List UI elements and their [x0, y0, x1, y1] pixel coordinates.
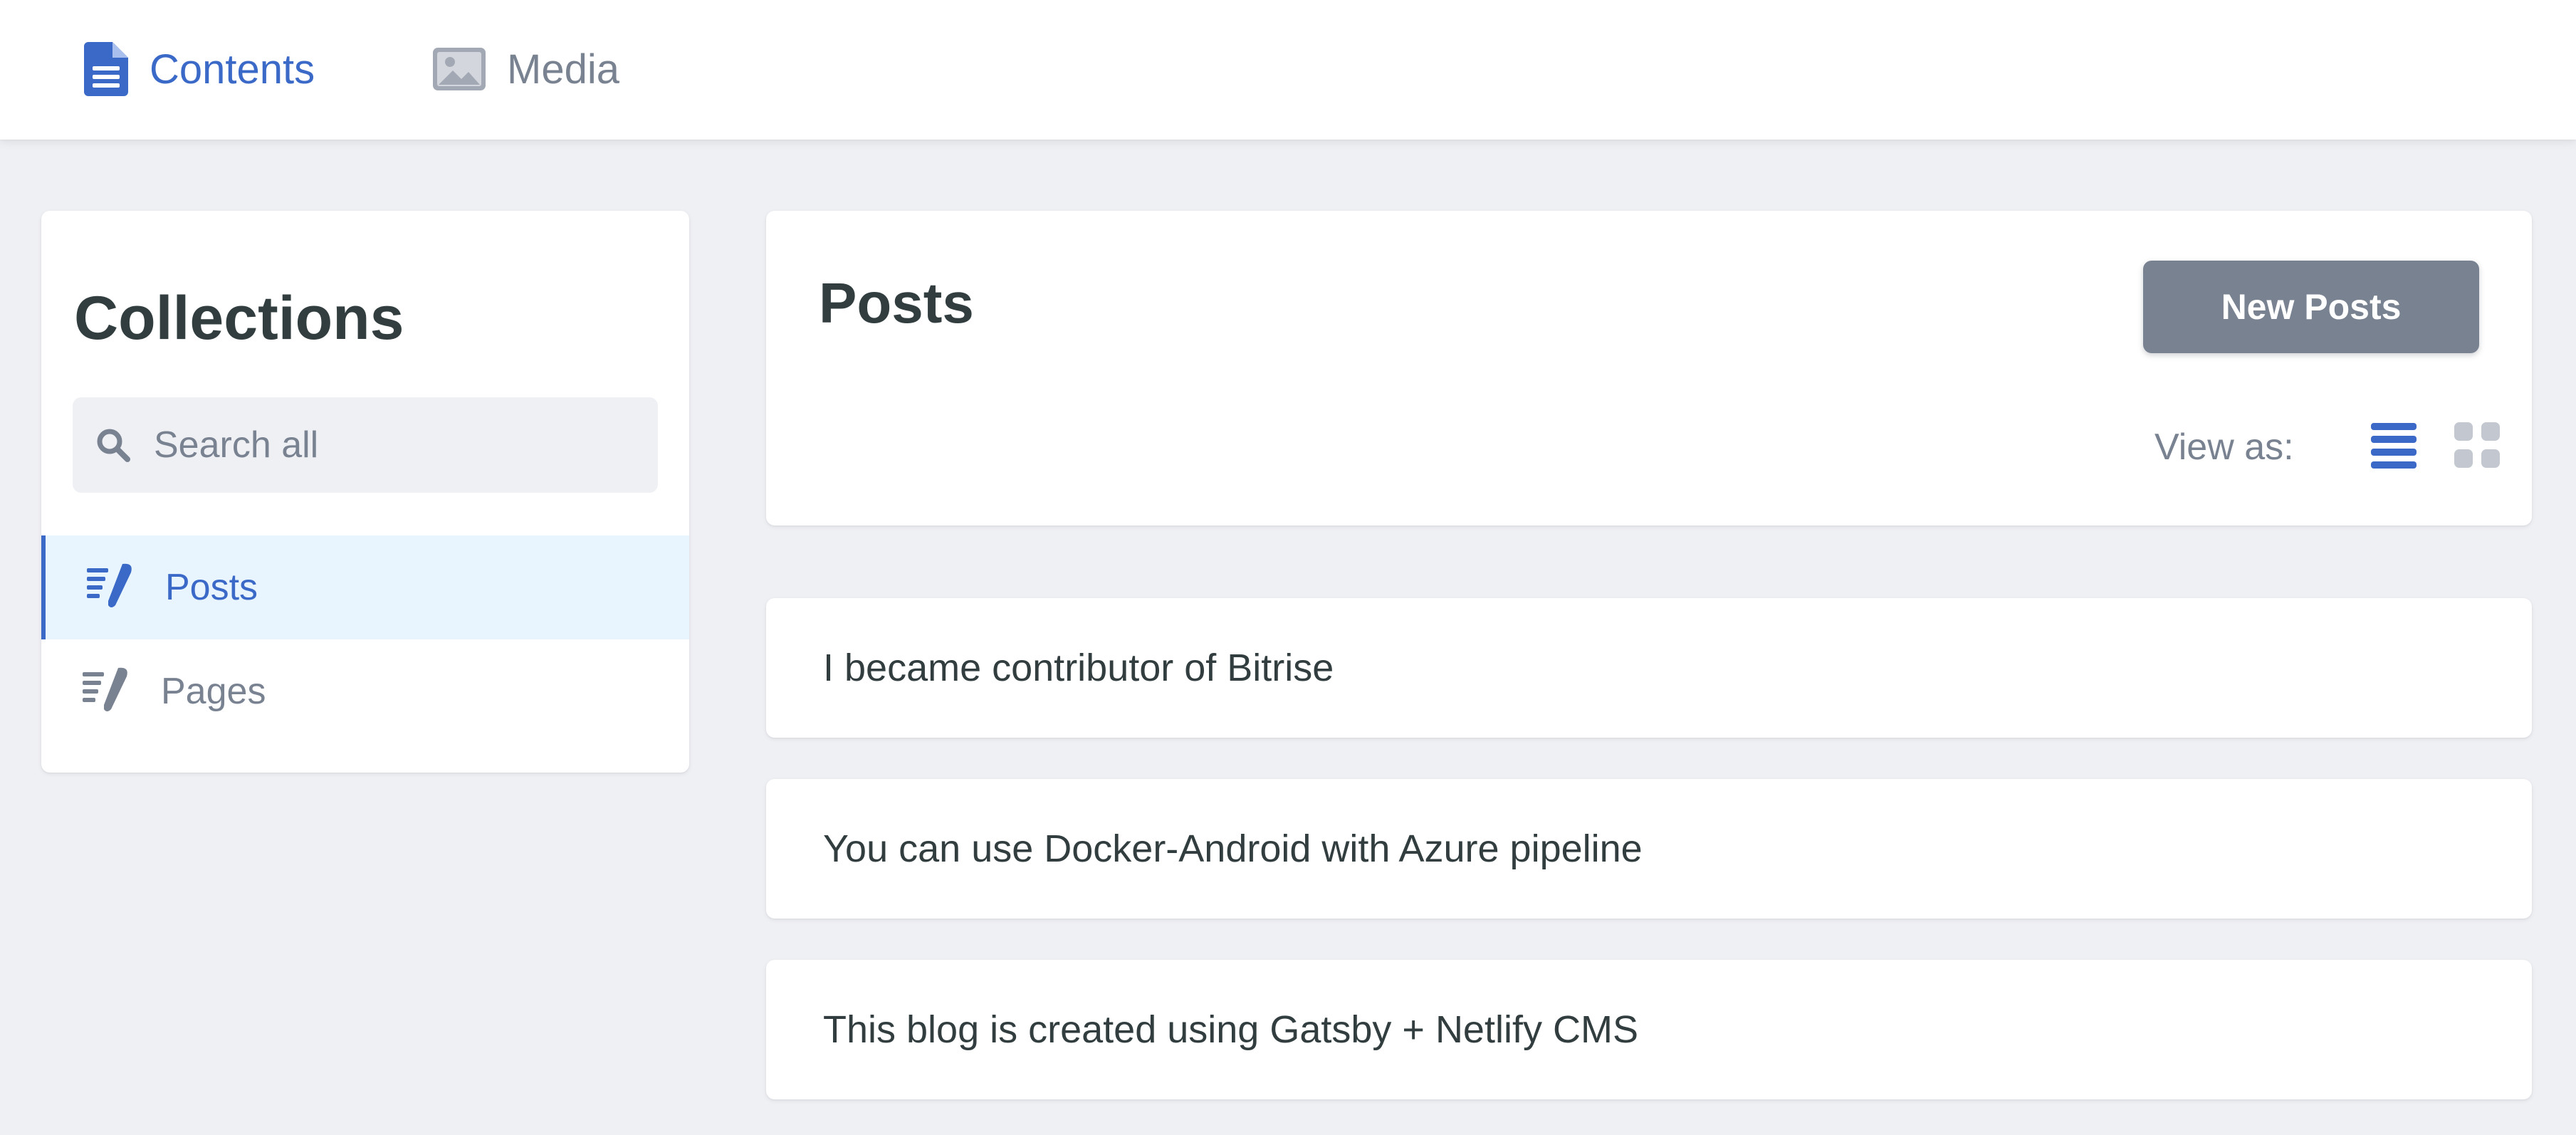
sidebar-item-pages[interactable]: Pages	[41, 639, 689, 743]
view-grid-button[interactable]	[2448, 417, 2508, 477]
search-box	[73, 397, 658, 493]
entry-title: I became contributor of Bitrise	[823, 647, 1334, 689]
nav-media-link[interactable]: Media	[433, 37, 619, 101]
entry-card[interactable]: This blog is created using Gatsby + Netl…	[766, 960, 2532, 1099]
grid-icon	[2454, 422, 2501, 473]
entry-title: This blog is created using Gatsby + Netl…	[823, 1008, 1638, 1051]
page-title: Posts	[819, 271, 974, 335]
sidebar-item-posts[interactable]: Posts	[41, 535, 689, 639]
view-as-label: View as:	[2154, 427, 2294, 468]
search-icon	[95, 427, 131, 463]
entry-title: You can use Docker-Android with Azure pi…	[823, 827, 1643, 870]
sidebar-item-label: Posts	[165, 567, 258, 608]
nav-contents-label: Contents	[150, 46, 315, 93]
image-icon	[433, 48, 486, 90]
collection-header: Posts New Posts View as:	[766, 211, 2532, 525]
top-nav: Contents Media	[0, 0, 2576, 140]
entry-card[interactable]: You can use Docker-Android with Azure pi…	[766, 779, 2532, 919]
nav-media-label: Media	[507, 46, 619, 93]
list-icon	[2370, 422, 2418, 474]
view-list-button[interactable]	[2364, 417, 2424, 477]
entry-card[interactable]: I became contributor of Bitrise	[766, 598, 2532, 738]
document-icon	[84, 42, 128, 96]
search-input[interactable]	[152, 397, 644, 493]
sidebar-title: Collections	[74, 284, 404, 352]
sidebar-item-label: Pages	[161, 671, 266, 712]
collections-sidebar: Collections Posts	[41, 211, 689, 773]
new-posts-button[interactable]: New Posts	[2143, 261, 2479, 353]
nav-contents-link[interactable]: Contents	[84, 37, 315, 101]
write-icon	[83, 666, 130, 713]
write-icon	[87, 563, 134, 610]
